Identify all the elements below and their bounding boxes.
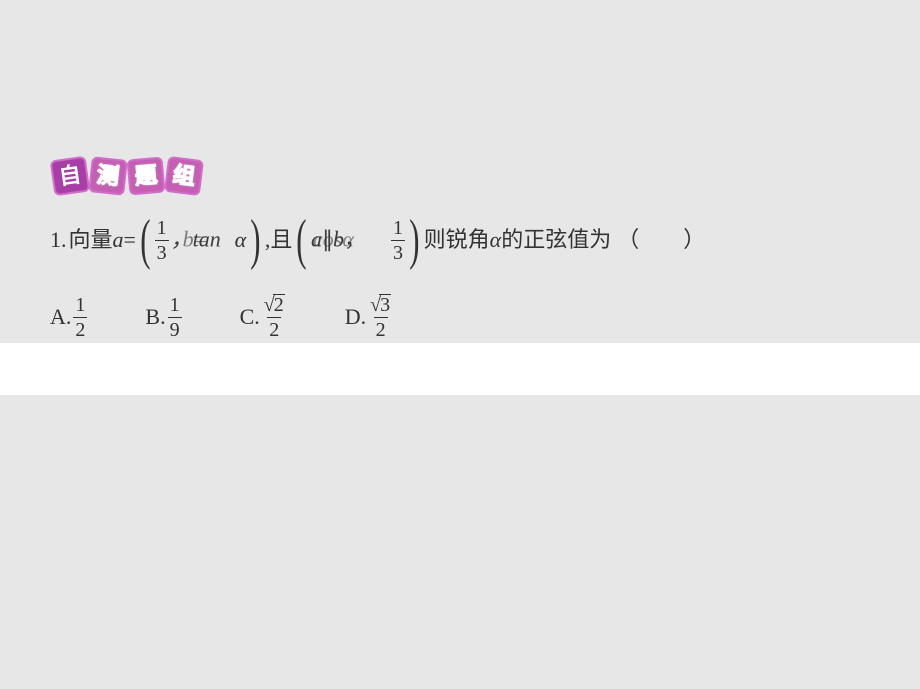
question-text: 向量 [69,225,113,256]
fraction: 1 2 [73,295,87,340]
question-number: 1. [50,225,67,256]
paren-group-a: ( 1 3 ，tan b= α ) [136,212,265,268]
title-tile: 自 [50,156,91,197]
overlap-artifact: ，tan b= [171,228,233,252]
option-label: C. [240,302,260,333]
white-stripe [0,343,920,395]
option-label: A. [50,302,71,333]
overlay-b-equals: b= [183,225,209,256]
right-paren-icon: ) [250,212,260,268]
option-c: C. 2 2 [240,294,287,340]
option-a: A. 1 2 [50,295,87,340]
option-b: B. 1 9 [145,295,181,340]
fraction-one-third: 1 3 [155,218,169,263]
frac-den: 9 [168,317,182,340]
option-label: D. [345,302,366,333]
section-title-badge: 自 测 题 组 [52,158,202,194]
frac-num: 2 [262,294,287,317]
options-row: A. 1 2 B. 1 9 C. 2 2 [50,294,880,340]
option-label: B. [145,302,165,333]
sqrt-icon: 2 [264,294,285,315]
fraction: 2 2 [262,294,287,340]
title-char: 题 [134,164,158,188]
frac-num: 1 [391,218,405,240]
paren-group-b: ( a∥b， cosα 1 3 ) [292,212,423,268]
alpha: α [490,225,502,256]
frac-den: 2 [374,317,388,340]
overlap-artifact: a∥b， cosα [311,228,389,252]
title-tile: 题 [126,156,165,195]
sqrt-radicand: 2 [273,294,285,315]
frac-num: 1 [168,295,182,317]
question-text: 则锐角 [424,225,490,256]
title-char: 测 [96,164,120,188]
paren-inner: a∥b， cosα 1 3 [311,218,405,263]
frac-den: 2 [267,317,281,340]
fraction: 3 2 [368,294,393,340]
question-line: 1. 向量 a = ( 1 3 ，tan b= α ) ,且 [50,212,880,268]
answer-blank-paren: （ ） [617,225,705,256]
title-char: 自 [58,164,83,189]
frac-den: 3 [155,240,169,263]
alpha: α [235,225,247,256]
frac-den: 2 [73,317,87,340]
equals: = [124,225,136,256]
fraction: 1 9 [168,295,182,340]
left-paren-icon: ( [140,212,150,268]
cos: cos [313,227,342,252]
alpha: α [342,227,354,252]
paren-inner: 1 3 ，tan b= α [155,218,247,263]
question-text: ,且 [265,225,293,256]
frac-num: 1 [73,295,87,317]
right-paren-icon: ) [409,212,419,268]
left-paren-icon: ( [297,212,307,268]
frac-den: 3 [391,240,405,263]
sqrt-icon: 3 [370,294,391,315]
fraction-one-third: 1 3 [391,218,405,263]
title-tile: 测 [88,156,128,196]
sqrt-radicand: 3 [379,294,391,315]
frac-num: 3 [368,294,393,317]
title-tile: 组 [164,156,204,196]
question-block: 1. 向量 a = ( 1 3 ，tan b= α ) ,且 [50,212,880,340]
option-d: D. 3 2 [345,294,393,340]
frac-num: 1 [155,218,169,240]
vector-a: a [113,225,124,256]
question-text: 的正弦值为 [501,225,611,256]
title-char: 组 [172,164,197,189]
